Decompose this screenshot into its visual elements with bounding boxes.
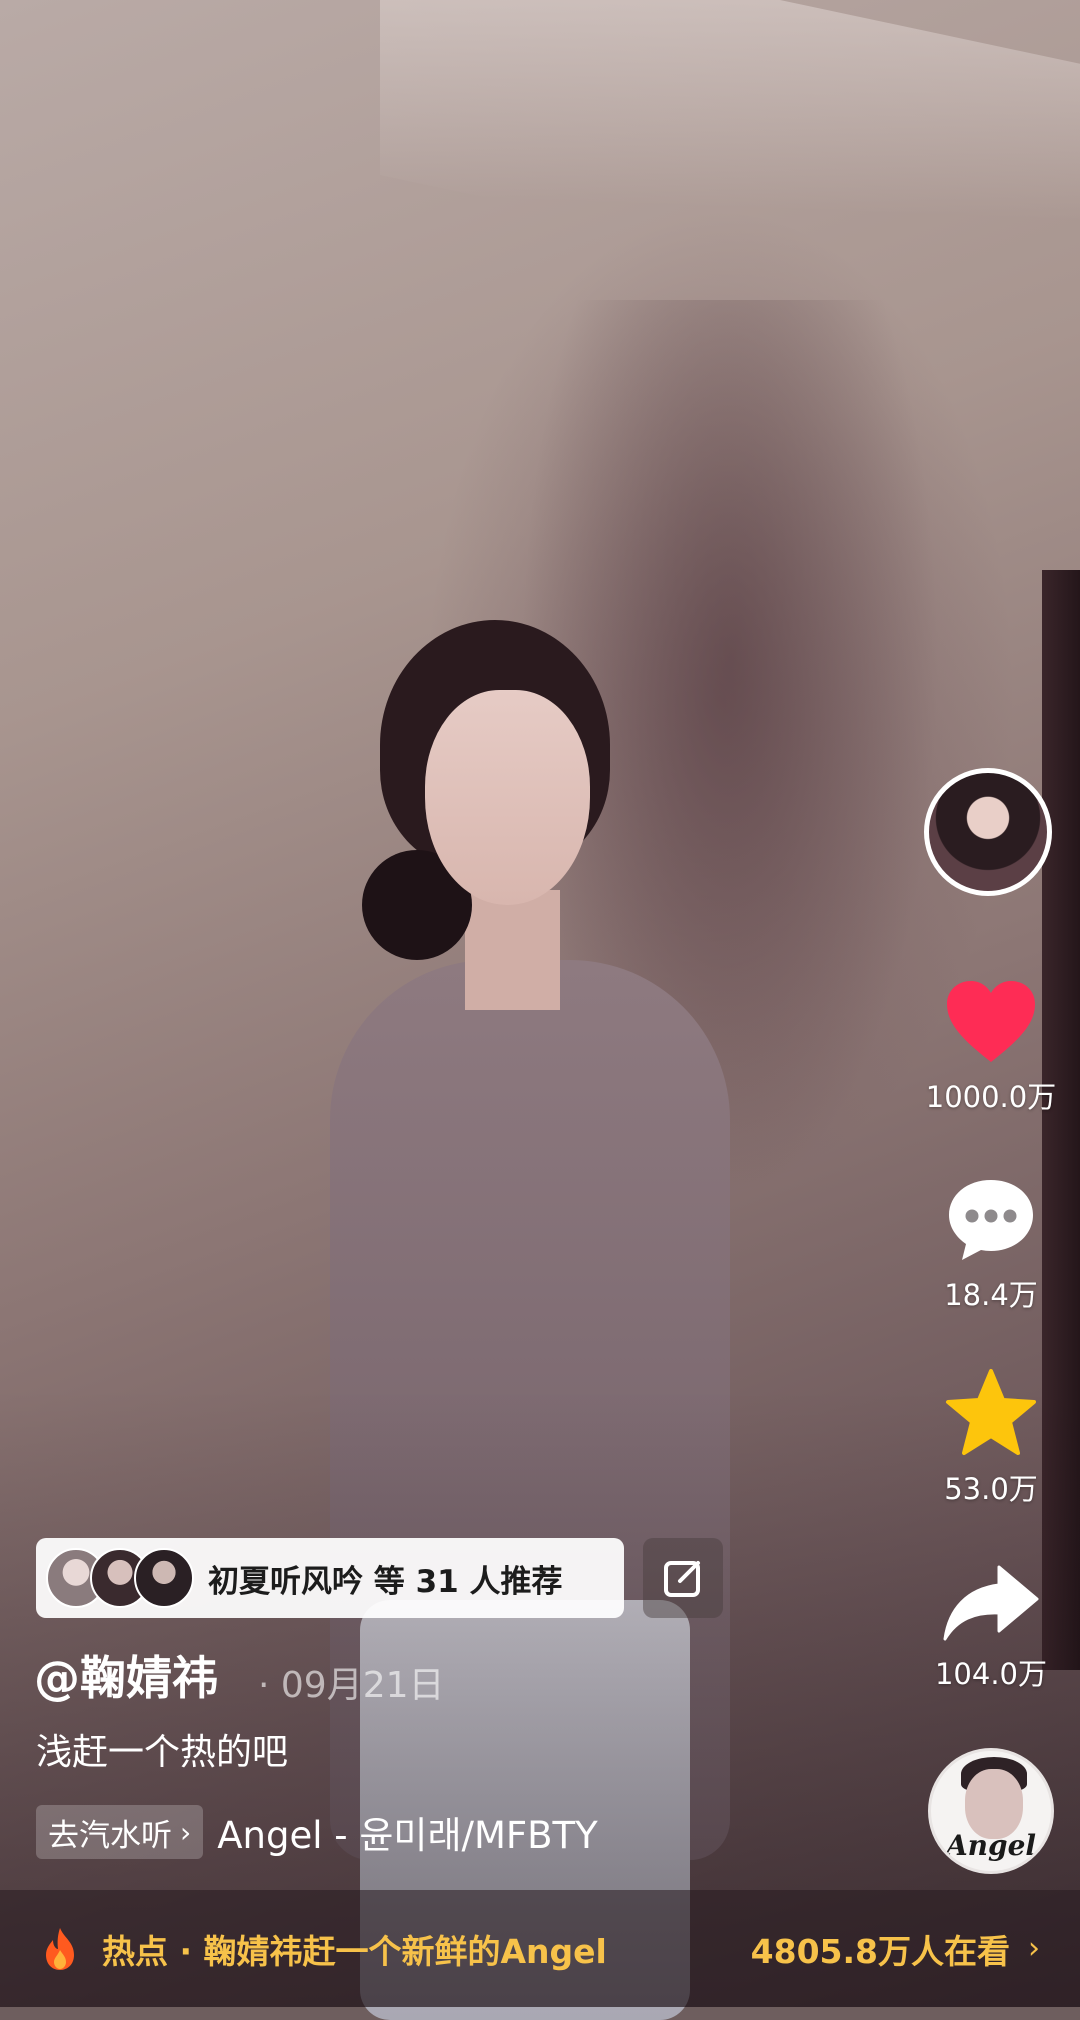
author-avatar[interactable] [924, 768, 1052, 896]
chevron-right-icon: › [1028, 1931, 1040, 1966]
hot-topic-bar[interactable]: 热点 · 鞠婧祎赶一个新鲜的Angel 4805.8万人在看 › [0, 1890, 1080, 2007]
favorite-button[interactable]: 53.0万 [920, 1368, 1062, 1508]
music-disc[interactable]: Angel [928, 1748, 1054, 1874]
star-icon [946, 1369, 1036, 1455]
recommend-text: 初夏听风吟 等 31 人推荐 [208, 1563, 563, 1600]
edit-icon [664, 1561, 700, 1597]
share-count: 104.0万 [934, 1657, 1048, 1691]
go-qishui-button[interactable]: 去汽水听 › [36, 1805, 204, 1859]
edit-recommend-button[interactable] [643, 1538, 723, 1618]
video-wall-highlight [380, 0, 1080, 346]
comment-count: 18.4万 [944, 1278, 1038, 1312]
viewer-count: 4805.8万人在看 [750, 1931, 1010, 1971]
song-title[interactable]: Angel - 윤미래/MFBTY [217, 1805, 598, 1859]
author-name[interactable]: @鞠婧祎 [34, 1642, 218, 1708]
music-row: 去汽水听 › Angel - 윤미래/MFBTY [36, 1803, 598, 1861]
recommender-avatars [46, 1546, 196, 1610]
comment-button[interactable]: 18.4万 [920, 1176, 1062, 1314]
post-date: · 09月21日 [258, 1665, 445, 1706]
comment-bubble-icon [949, 1180, 1033, 1260]
go-qishui-label: 去汽水听 [48, 1817, 172, 1854]
favorite-count: 53.0万 [944, 1472, 1038, 1506]
recommender-avatar [134, 1548, 194, 1608]
share-button[interactable]: 104.0万 [920, 1563, 1062, 1693]
like-count: 1000.0万 [925, 1080, 1057, 1114]
share-arrow-icon [943, 1565, 1039, 1641]
like-button[interactable]: 1000.0万 [920, 978, 1062, 1116]
music-disc-label: Angel [945, 1829, 1037, 1862]
chevron-right-icon: › [180, 1815, 192, 1849]
fire-icon [46, 1927, 74, 1970]
post-description[interactable]: 浅赶一个热的吧 [36, 1723, 288, 1775]
heart-icon [947, 981, 1035, 1062]
hot-topic-text: 热点 · 鞠婧祎赶一个新鲜的Angel [102, 1931, 607, 1971]
recommend-pill[interactable]: 初夏听风吟 等 31 人推荐 [36, 1538, 624, 1618]
